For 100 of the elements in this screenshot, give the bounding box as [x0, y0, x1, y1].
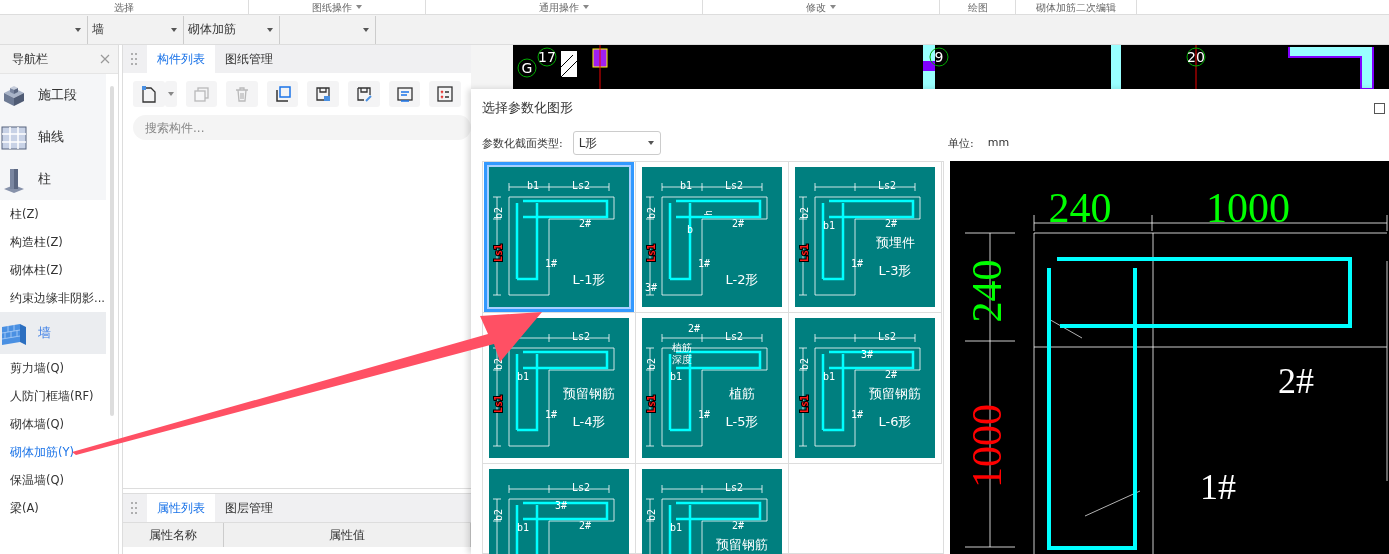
- shape-caption: 预留钢筋: [716, 537, 768, 552]
- axis-label: 20: [1186, 47, 1206, 67]
- dimension-label: Ls2: [724, 331, 744, 342]
- dimension-label: b1: [823, 220, 835, 231]
- list-icon: [436, 85, 455, 103]
- section-type-dropdown[interactable]: L形: [572, 131, 661, 155]
- nav-item[interactable]: 剪力墙(Q): [0, 354, 106, 382]
- ribbon-group-label[interactable]: 通用操作: [539, 0, 579, 14]
- ribbon-group-label[interactable]: 选择: [114, 0, 134, 14]
- dropdown[interactable]: 砌体加筋: [184, 15, 280, 44]
- dimension-label: 1#: [698, 409, 710, 420]
- dimension-label: 1#: [851, 258, 863, 269]
- toolbar-button[interactable]: [133, 81, 165, 107]
- nav-category[interactable]: 施工段: [0, 74, 106, 116]
- dimension-label: 2#: [579, 218, 591, 229]
- dimension-label: b: [687, 224, 693, 235]
- dimension-label: 1#: [545, 409, 557, 420]
- dimension-label: b1: [670, 371, 682, 382]
- dropdown[interactable]: 墙: [88, 15, 184, 44]
- tab[interactable]: 构件列表: [147, 45, 215, 73]
- dimension-label: 240: [1048, 185, 1112, 231]
- dimension-label: Ls1: [646, 243, 657, 263]
- nav-item[interactable]: 砌体墙(Q): [0, 410, 106, 438]
- dimension-label: Ls2: [571, 180, 591, 191]
- dimension-label: b2: [646, 207, 657, 219]
- ribbon-group-label[interactable]: 绘图: [967, 0, 988, 14]
- toolbar-button[interactable]: [266, 81, 299, 107]
- dimension-label: 植筋: [672, 342, 692, 353]
- caret-icon[interactable]: [356, 5, 362, 9]
- tab[interactable]: 图层管理: [215, 494, 283, 522]
- grid-icon: [0, 123, 28, 151]
- nav-item[interactable]: 梁(A): [0, 494, 106, 522]
- dimension-label: 1#: [545, 258, 557, 269]
- dimension-label: 1#: [698, 258, 710, 269]
- nav-item[interactable]: 构造柱(Z): [0, 228, 106, 256]
- nav-item[interactable]: 人防门框墙(RF): [0, 382, 106, 410]
- dialog-title: 选择参数化图形: [482, 99, 573, 117]
- toolbar-button[interactable]: [307, 81, 340, 107]
- nav-item[interactable]: 砌体加筋(Y): [0, 438, 106, 466]
- dimension-label: 3#: [645, 282, 657, 293]
- field-label: 参数化截面类型:: [482, 135, 563, 151]
- dimension-label: b2: [646, 509, 657, 521]
- maximize-icon[interactable]: [1374, 102, 1385, 114]
- dimension-label: Ls2: [877, 180, 897, 191]
- dimension-label: Ls2: [724, 482, 744, 493]
- dimension-label: b2: [799, 207, 810, 219]
- toolbar-button[interactable]: [388, 81, 421, 107]
- dimension-label: 2#: [688, 323, 700, 334]
- dimension-label: b1: [517, 371, 529, 382]
- bar-label: 1#: [1200, 467, 1236, 507]
- layers-icon: [273, 85, 292, 103]
- dimension-label: 1#: [851, 409, 863, 420]
- nav-item[interactable]: 砌体柱(Z): [0, 256, 106, 284]
- grip-icon[interactable]: [131, 502, 137, 514]
- caret-icon[interactable]: [583, 5, 589, 9]
- tab[interactable]: 图纸管理: [215, 45, 283, 73]
- dimension-label: 2#: [732, 218, 744, 229]
- shape-caption: 预留钢筋: [869, 386, 921, 401]
- grip-icon[interactable]: [131, 53, 137, 65]
- nav-item[interactable]: 保温墙(Q): [0, 466, 106, 494]
- shape-option[interactable]: b1 Ls2 b2 Ls1 2# 1# L-1形: [484, 162, 634, 312]
- text-icon: [395, 85, 414, 103]
- nav-category[interactable]: 轴线: [0, 116, 106, 158]
- nav-item[interactable]: 柱(Z): [0, 200, 106, 228]
- nav-item[interactable]: 约束边缘非阴影...: [0, 284, 106, 312]
- dimension-label: b1: [670, 522, 682, 533]
- ribbon-group-label[interactable]: 砌体加筋二次编辑: [1036, 0, 1116, 14]
- shape-caption: L-1形: [572, 272, 606, 287]
- scrollbar[interactable]: [110, 86, 114, 416]
- dimension-label: b2: [646, 358, 657, 370]
- dimension-label: 2#: [579, 520, 591, 531]
- dimension-label: Ls2: [724, 180, 744, 191]
- ribbon-group-label[interactable]: 修改: [806, 0, 826, 14]
- new-file-icon: [139, 85, 158, 103]
- shape-caption: 预留钢筋: [563, 386, 615, 401]
- toolbar-button[interactable]: [348, 81, 380, 107]
- shape-caption: L-3形: [878, 263, 912, 278]
- dimension-label: b1: [527, 180, 539, 191]
- edit-icon: [354, 85, 373, 103]
- ribbon-group-label[interactable]: 图纸操作: [312, 0, 352, 14]
- tab[interactable]: 属性列表: [147, 494, 215, 522]
- dimension-label: b2: [493, 207, 504, 219]
- caret-icon[interactable]: [830, 5, 836, 9]
- dimension-label: Ls2: [571, 482, 591, 493]
- close-icon[interactable]: [100, 54, 110, 64]
- dimension-label: b1: [517, 522, 529, 533]
- column-header[interactable]: 属性名称: [123, 523, 224, 547]
- dimension-label: 2#: [732, 520, 744, 531]
- shape-caption: 预埋件: [875, 235, 915, 250]
- nav-category[interactable]: 柱: [0, 158, 106, 200]
- dimension-label: 1000: [964, 404, 1010, 488]
- dimension-label: Ls2: [571, 331, 591, 342]
- dimension-label: 2#: [885, 218, 897, 229]
- dimension-label: 2#: [885, 369, 897, 380]
- dimension-label: b1: [680, 180, 692, 191]
- dimension-label: b2: [799, 358, 810, 370]
- toolbar-button[interactable]: [429, 81, 461, 107]
- nav-category[interactable]: 墙: [0, 312, 106, 354]
- search-field[interactable]: 搜索构件...: [133, 115, 471, 140]
- axis-label: G: [517, 58, 537, 78]
